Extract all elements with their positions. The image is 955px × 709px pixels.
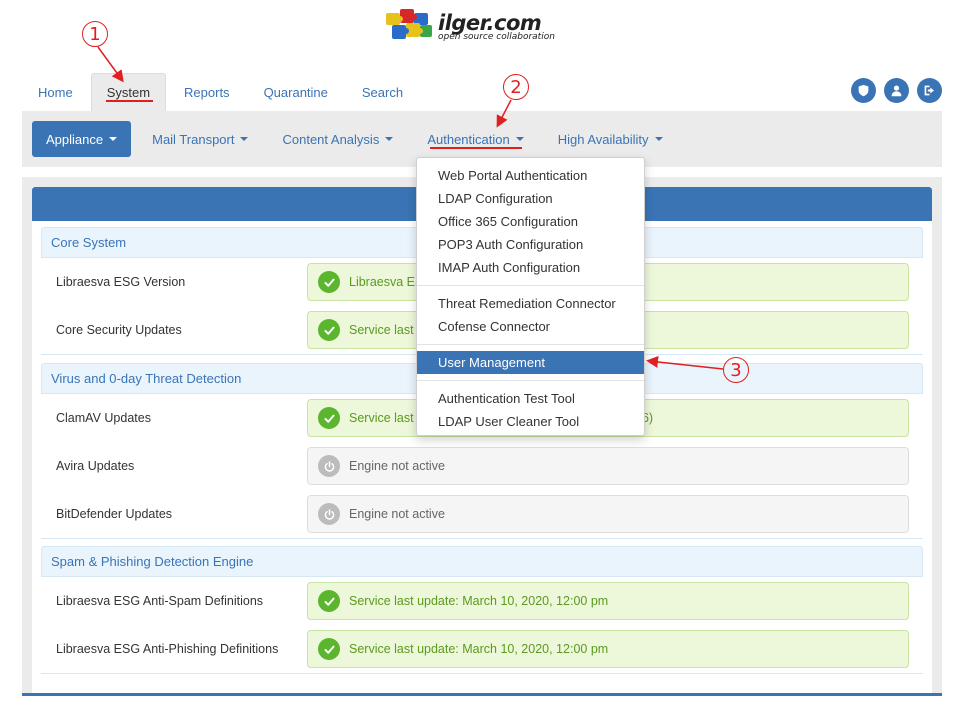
annotation-arrow-3 (646, 356, 724, 370)
annotation-arrows (97, 46, 724, 370)
annotation-arrow-2 (496, 99, 512, 128)
annotation-arrow-1 (97, 46, 124, 83)
